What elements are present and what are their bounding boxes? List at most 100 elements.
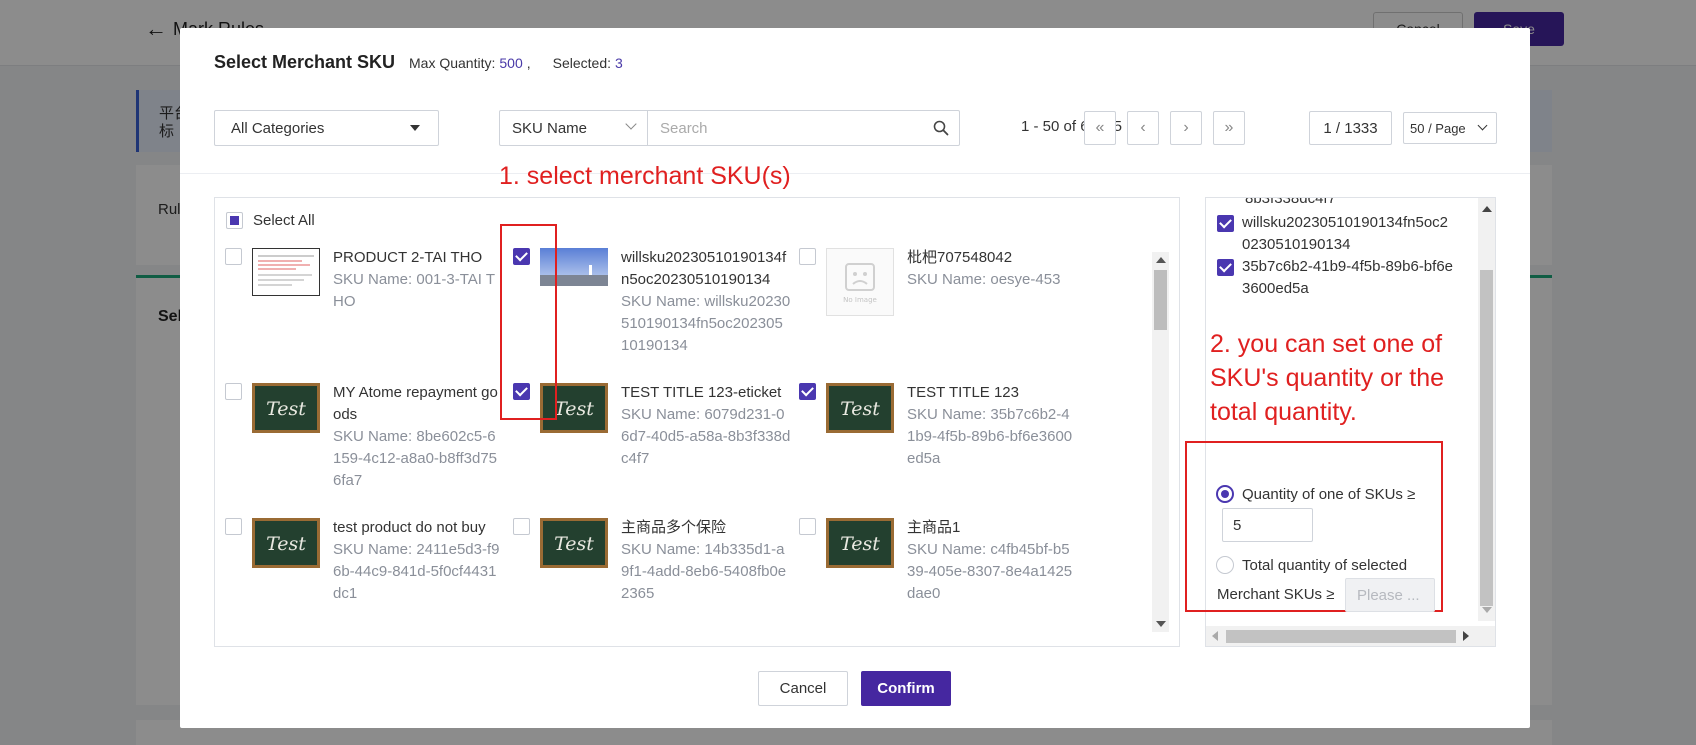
sku-item[interactable]: Test TEST TITLE 123-eticket SKU Name: 6079…	[513, 383, 813, 513]
page-size-value: 50 / Page	[1410, 120, 1466, 136]
selected-panel-scrollbar[interactable]	[1478, 198, 1495, 621]
selected-item[interactable]: willsku20230510190134fn5oc20230510190134	[1217, 212, 1457, 256]
scrollbar-thumb[interactable]	[1480, 270, 1493, 606]
sku-item-name: test product do not buy	[333, 519, 486, 536]
sku-item-subtitle: SKU Name: willsku20230510190134fn5oc2023…	[621, 293, 791, 354]
scrollbar-thumb[interactable]	[1226, 630, 1456, 643]
sku-item-checkbox[interactable]	[799, 518, 816, 535]
total-quantity-input[interactable]: Please ...	[1345, 578, 1435, 612]
selected-item-label: willsku20230510190134fn5oc20230510190134	[1242, 214, 1449, 253]
one-sku-quantity-input[interactable]: 5	[1222, 508, 1313, 542]
chalkboard-thumbnail: Test	[826, 383, 894, 433]
annotation-select-skus: 1. select merchant SKU(s)	[499, 162, 791, 190]
sku-item-text: 枇杷707548042 SKU Name: oesye-453	[907, 247, 1077, 291]
option-one-label: Quantity of one of SKUs ≥	[1242, 485, 1416, 503]
divider	[180, 173, 1530, 174]
option-one-sku[interactable]: Quantity of one of SKUs ≥	[1216, 485, 1415, 503]
option-total-label: Total quantity of selected	[1242, 556, 1408, 574]
next-page-button[interactable]: ›	[1170, 111, 1202, 145]
search-input[interactable]	[648, 111, 923, 145]
sku-item-name: willsku20230510190134fn5oc20230510190134	[621, 249, 787, 288]
sku-list-panel: Select All PRODUCT 2-TAI THO SKU Name: 00…	[214, 197, 1180, 647]
sku-item-name: 枇杷707548042	[907, 249, 1013, 266]
category-select[interactable]: All Categories	[214, 110, 439, 146]
sku-item-checkbox[interactable]	[225, 248, 242, 265]
selected-item-checkbox[interactable]	[1217, 259, 1234, 276]
scroll-right-icon[interactable]	[1463, 631, 1469, 641]
annotation-set-quantity: 2. you can set one of SKU's quantity or …	[1210, 330, 1445, 426]
sku-item-checkbox[interactable]	[799, 248, 816, 265]
no-image-thumbnail: No Image	[826, 248, 894, 316]
sku-item-checkbox[interactable]	[799, 383, 816, 400]
sku-item-text: test product do not buy SKU Name: 2411e5d…	[333, 517, 503, 605]
chalkboard-thumbnail: Test	[540, 518, 608, 568]
dialog-title: Select Merchant SKU	[214, 52, 396, 72]
sku-item[interactable]: Test MY Atome repayment goods SKU Name: 8b…	[225, 383, 525, 513]
sku-item-name: 主商品1	[907, 519, 961, 536]
selected-item-checkbox[interactable]	[1217, 215, 1234, 232]
page-size-select[interactable]: 50 / Page	[1403, 112, 1497, 144]
chalkboard-thumbnail: Test	[252, 518, 320, 568]
sku-item-checkbox[interactable]	[225, 383, 242, 400]
select-all-label: Select All	[253, 212, 315, 229]
sku-item-subtitle: SKU Name: 2411e5d3-f96b-44c9-841d-5f0cf4…	[333, 541, 500, 602]
sku-item-checkbox[interactable]	[225, 518, 242, 535]
scroll-up-icon[interactable]	[1482, 206, 1492, 212]
select-all-checkbox[interactable]	[226, 212, 243, 229]
sku-item[interactable]: No Image 枇杷707548042 SKU Name: oesye-453	[799, 248, 1099, 378]
scroll-down-icon[interactable]	[1482, 607, 1492, 613]
last-page-button[interactable]: »	[1213, 111, 1245, 145]
selected-item-partial: 8b3f338dc4f7	[1245, 197, 1336, 207]
sku-item[interactable]: Test TEST TITLE 123 SKU Name: 35b7c6b2-41b…	[799, 383, 1099, 513]
confirm-button[interactable]: Confirm	[861, 671, 951, 706]
sku-item-subtitle: SKU Name: 8be602c5-6159-4c12-a8a0-b8ff3d…	[333, 428, 498, 489]
sku-item[interactable]: Test 主商品1 SKU Name: c4fb45bf-b539-405e-830…	[799, 517, 1099, 646]
double-chevron-right-icon: »	[1224, 119, 1234, 136]
chalk-text: Test	[266, 398, 306, 420]
search-icon[interactable]	[923, 111, 959, 145]
scroll-down-icon[interactable]	[1156, 621, 1166, 627]
no-image-label: No Image	[843, 296, 877, 304]
sku-item[interactable]: Test test product do not buy SKU Name: 241…	[225, 517, 525, 646]
sku-item[interactable]: PRODUCT 2-TAI THO SKU Name: 001-3-TAI THO	[225, 248, 525, 378]
sku-item-subtitle: SKU Name: 6079d231-06d7-40d5-a58a-8b3f33…	[621, 406, 791, 467]
option-total-radio[interactable]	[1216, 556, 1234, 574]
sku-item-text: MY Atome repayment goods SKU Name: 8be602…	[333, 382, 503, 492]
sku-item-subtitle: SKU Name: c4fb45bf-b539-405e-8307-8e4a14…	[907, 541, 1073, 602]
page-number-input[interactable]: 1 / 1333	[1309, 111, 1392, 145]
sku-item[interactable]: willsku20230510190134fn5oc20230510190134…	[513, 248, 813, 378]
first-page-button[interactable]: «	[1084, 111, 1116, 145]
caret-down-icon	[410, 125, 420, 131]
sku-item-checkbox[interactable]	[513, 518, 530, 535]
chevron-down-icon	[625, 118, 637, 130]
chevron-left-icon: ‹	[1140, 119, 1146, 136]
option-one-radio[interactable]	[1216, 485, 1234, 503]
selected-value: 3	[615, 55, 623, 71]
select-merchant-sku-dialog: Select Merchant SKU Max Quantity: 500 , …	[180, 28, 1530, 728]
cancel-button[interactable]: Cancel	[758, 671, 848, 706]
annotation-box-checkboxes	[500, 224, 557, 420]
sku-item-text: PRODUCT 2-TAI THO SKU Name: 001-3-TAI THO	[333, 247, 503, 313]
search-type-select[interactable]: SKU Name	[500, 111, 648, 145]
scroll-up-icon[interactable]	[1156, 257, 1166, 263]
sku-item-text: 主商品1 SKU Name: c4fb45bf-b539-405e-8307-8e…	[907, 517, 1077, 605]
option-total[interactable]: Total quantity of selected	[1216, 556, 1407, 574]
list-scrollbar[interactable]	[1152, 252, 1169, 632]
chalk-text: Test	[554, 398, 594, 420]
chevron-right-icon: ›	[1183, 119, 1189, 136]
search-group: SKU Name	[499, 110, 960, 146]
meta-separator: ,	[526, 55, 531, 71]
max-quantity-value: 500	[499, 55, 523, 71]
selected-item[interactable]: 35b7c6b2-41b9-4f5b-89b6-bf6e3600ed5a	[1217, 256, 1457, 300]
select-all[interactable]: Select All	[226, 212, 315, 229]
sku-item-text: TEST TITLE 123 SKU Name: 35b7c6b2-41b9-4f…	[907, 382, 1077, 470]
selected-panel-h-scrollbar[interactable]	[1206, 626, 1495, 646]
sku-item-text: TEST TITLE 123-eticket SKU Name: 6079d231…	[621, 382, 791, 470]
option-total-label-2: Merchant SKUs ≥	[1217, 586, 1335, 603]
sku-item[interactable]: Test 主商品多个保险 SKU Name: 14b335d1-a9f1-4add-…	[513, 517, 813, 646]
prev-page-button[interactable]: ‹	[1127, 111, 1159, 145]
scrollbar-thumb[interactable]	[1154, 270, 1167, 330]
chevron-down-icon	[1477, 120, 1488, 131]
scroll-left-icon[interactable]	[1212, 631, 1218, 641]
sku-item-text: 主商品多个保险 SKU Name: 14b335d1-a9f1-4add-8eb6…	[621, 517, 791, 605]
